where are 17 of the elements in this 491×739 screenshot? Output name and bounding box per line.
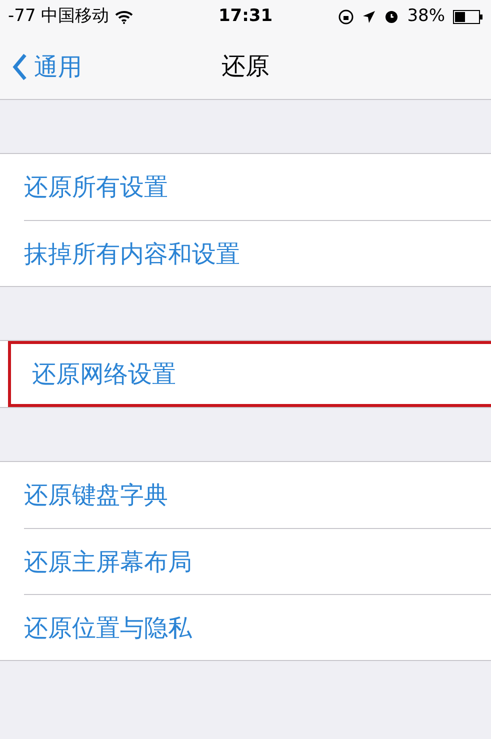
alarm-clock-icon xyxy=(384,9,400,24)
settings-row[interactable]: 还原位置与隐私 xyxy=(24,594,491,660)
carrier-label: -77 中国移动 xyxy=(8,4,110,28)
location-arrow-icon xyxy=(362,10,376,24)
battery-percentage: 38% xyxy=(407,4,445,28)
back-button[interactable]: 通用 xyxy=(12,49,82,85)
rotation-lock-icon xyxy=(338,8,354,24)
settings-row[interactable]: 还原主屏幕布局 xyxy=(24,528,491,594)
settings-row[interactable]: 还原网络设置 xyxy=(8,341,491,407)
settings-row[interactable]: 还原键盘字典 xyxy=(0,462,491,528)
chevron-left-icon xyxy=(12,53,28,81)
wifi-icon xyxy=(115,10,134,24)
settings-row[interactable]: 还原所有设置 xyxy=(0,154,491,220)
battery-icon xyxy=(453,10,483,24)
settings-row[interactable]: 抹掉所有内容和设置 xyxy=(24,220,491,286)
time-label: 17:31 xyxy=(218,4,273,28)
page-title: 还原 xyxy=(222,51,270,82)
